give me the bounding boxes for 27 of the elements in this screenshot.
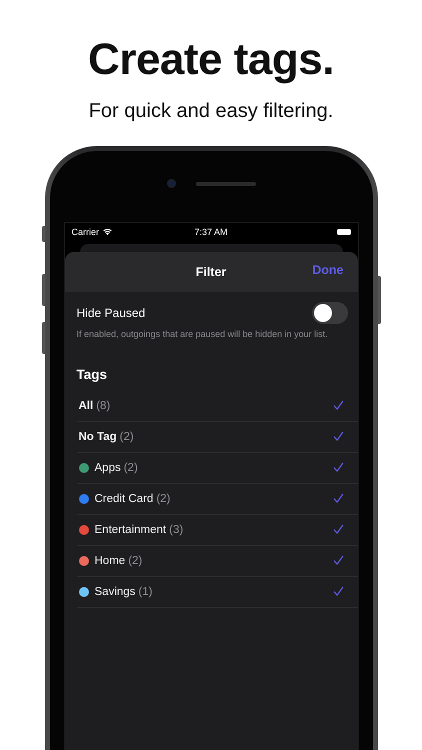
tag-count: (3) <box>169 524 184 536</box>
tag-count: (2) <box>156 492 170 504</box>
battery-icon <box>336 228 350 234</box>
tag-count: (8) <box>96 400 110 412</box>
tag-label[interactable]: Home <box>94 554 126 566</box>
tag-label[interactable]: Entertainment <box>94 524 166 536</box>
wifi-icon <box>102 227 114 236</box>
tag-label[interactable]: Credit Card <box>94 492 154 504</box>
carrier-label: Carrier <box>72 226 100 236</box>
toggle-switch[interactable] <box>312 302 348 324</box>
subtitle: For quick and easy filtering. <box>88 99 334 124</box>
clock-time: 7:37 AM <box>194 226 228 236</box>
setting-label: Hide Paused <box>76 306 146 320</box>
tag-label[interactable]: Apps <box>94 462 121 474</box>
setting-description: If enabled, outgoings that are paused will be hidden in your list. <box>76 328 329 340</box>
tag-count: (2) <box>128 554 142 566</box>
tag-count: (1) <box>138 586 152 598</box>
tag-label[interactable]: No Tag <box>78 430 117 442</box>
speaker-grille <box>196 182 256 186</box>
section-heading: Tags <box>76 366 108 384</box>
headline: Create tags. <box>87 34 335 86</box>
camera-icon <box>166 179 176 188</box>
tag-count: (2) <box>120 430 134 442</box>
tag-label[interactable]: Savings <box>94 586 136 598</box>
tag-count: (2) <box>124 462 138 474</box>
sheet-title: Filter <box>196 265 226 279</box>
tag-label[interactable]: All <box>78 400 94 412</box>
